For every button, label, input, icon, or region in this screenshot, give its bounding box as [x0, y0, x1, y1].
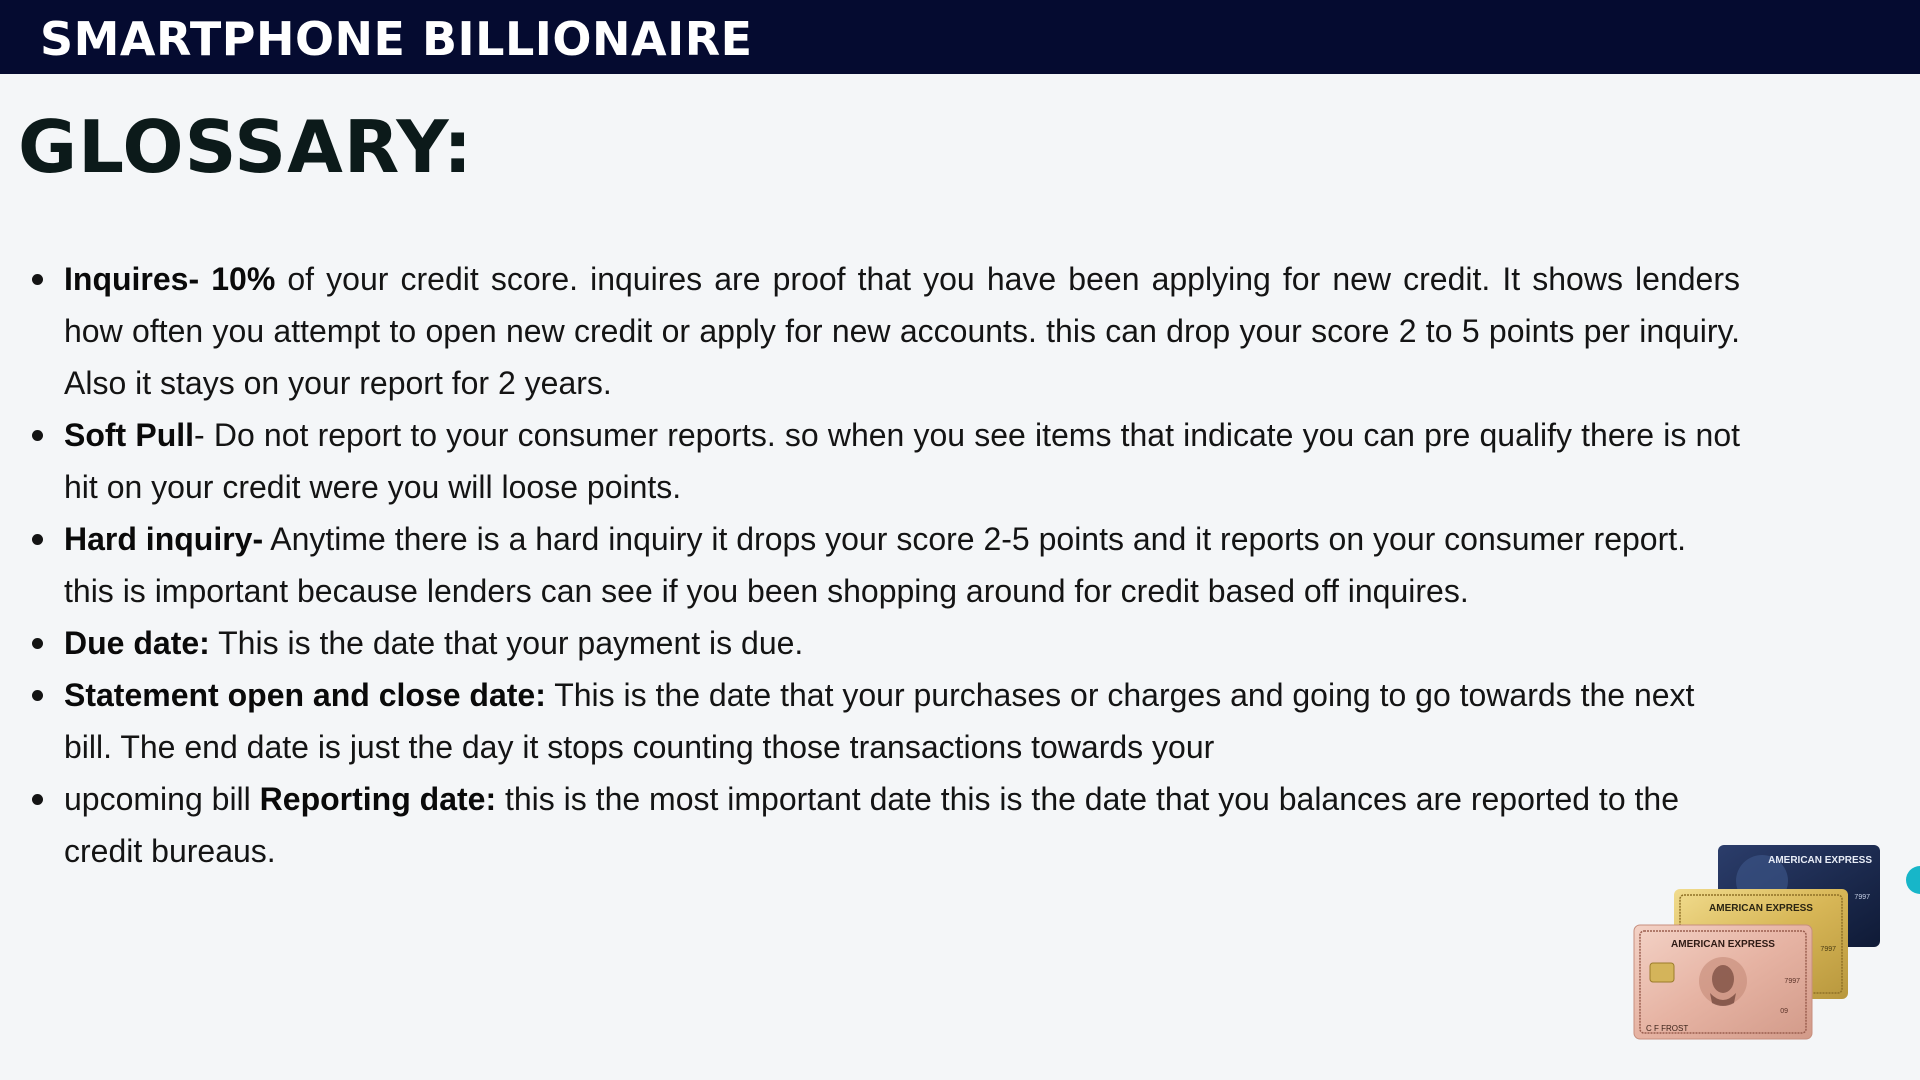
card-brand-text: AMERICAN EXPRESS — [1671, 939, 1775, 950]
glossary-item-hard-inquiry: Hard inquiry- Anytime there is a hard in… — [24, 513, 1740, 617]
glossary-definition: Anytime there is a hard inquiry it drops… — [64, 521, 1687, 609]
glossary-term: Statement open and close date: — [64, 677, 546, 713]
glossary-term: Due date: — [64, 625, 210, 661]
bullet-icon — [32, 638, 43, 649]
glossary-term: Inquires- 10% — [64, 261, 276, 297]
card-holder-text: C F FROST — [1646, 1024, 1688, 1033]
glossary-item-soft-pull: Soft Pull- Do not report to your consume… — [24, 409, 1740, 513]
bullet-icon — [32, 690, 43, 701]
glossary-item-inquires: Inquires- 10% of your credit score. inqu… — [24, 253, 1740, 409]
header-bar: SMARTPHONE BILLIONAIRE — [0, 0, 1920, 74]
glossary-definition: of your credit score. inquires are proof… — [64, 261, 1741, 401]
rose-gold-card: AMERICAN EXPRESS 7997 09 C F FROST — [1633, 924, 1813, 1040]
glossary-item-due-date: Due date: This is the date that your pay… — [24, 617, 1740, 669]
card-brand-text: AMERICAN EXPRESS — [1709, 903, 1813, 914]
bullet-icon — [32, 430, 43, 441]
bullet-icon — [32, 794, 43, 805]
glossary-definition: This is the date that your payment is du… — [209, 625, 804, 661]
glossary-item-statement-date: Statement open and close date: This is t… — [24, 669, 1740, 773]
bullet-icon — [32, 274, 43, 285]
bullet-icon — [32, 534, 43, 545]
glossary-lead-text: upcoming bill — [64, 781, 260, 817]
chip-icon — [1649, 962, 1675, 983]
card-number-text: 7997 — [1820, 946, 1836, 953]
teal-dot-icon — [1906, 866, 1920, 894]
page-title: GLOSSARY: — [18, 105, 473, 189]
card-number-text: 7997 — [1784, 978, 1800, 985]
glossary-definition: - Do not report to your consumer reports… — [64, 417, 1741, 505]
card-number-text: 7997 — [1854, 894, 1870, 901]
glossary-term: Soft Pull — [64, 417, 195, 453]
card-expiry-text: 09 — [1780, 1008, 1788, 1015]
credit-cards-image: AMERICAN EXPRESS 7997 AMERICAN EXPRESS 7… — [1633, 845, 1880, 1040]
brand-title: SMARTPHONE BILLIONAIRE — [40, 12, 753, 66]
glossary-term: Reporting date: — [259, 781, 497, 817]
glossary-item-reporting-date: upcoming bill Reporting date: this is th… — [24, 773, 1740, 877]
glossary-list: Inquires- 10% of your credit score. inqu… — [24, 253, 1740, 877]
card-brand-text: AMERICAN EXPRESS — [1768, 855, 1872, 866]
glossary-term: Hard inquiry- — [64, 521, 264, 557]
